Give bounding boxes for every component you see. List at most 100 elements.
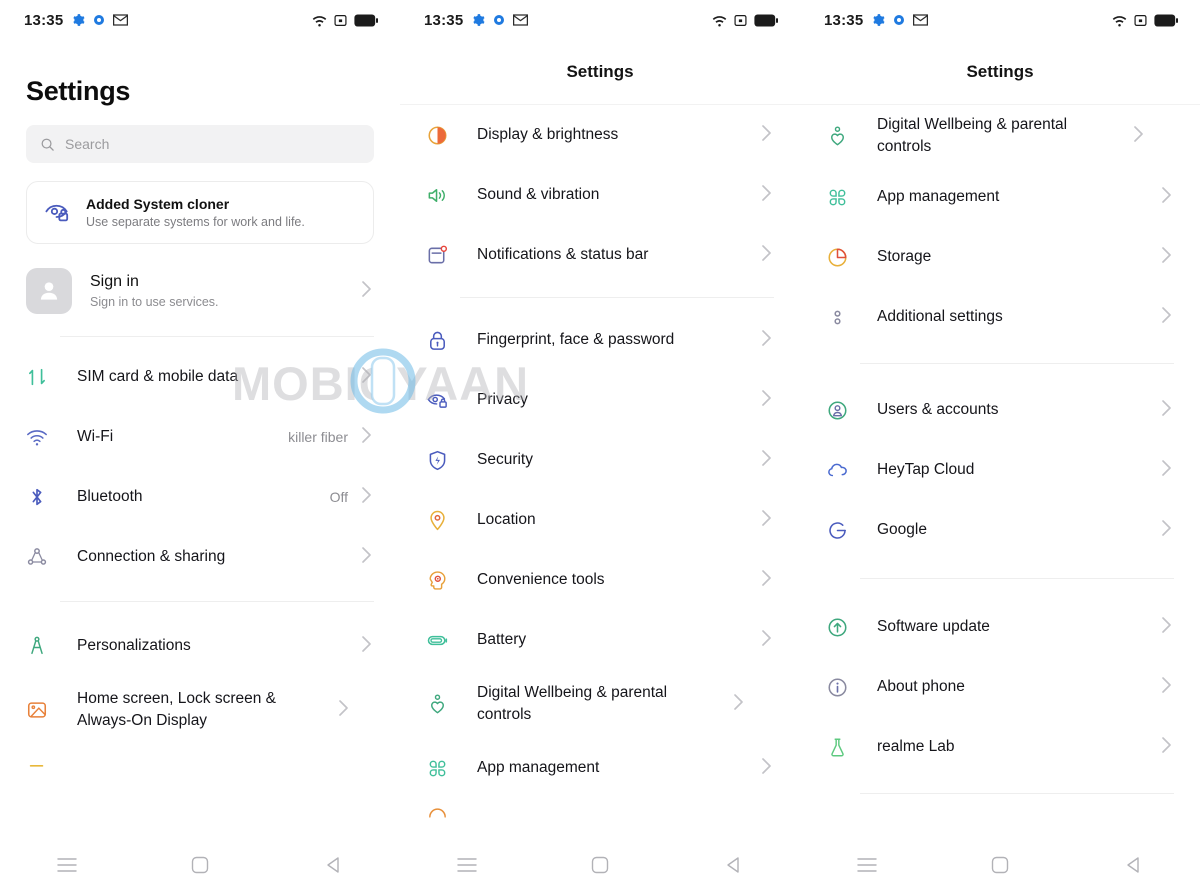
status-bar-left: 13:35 [24,11,129,29]
back-icon[interactable] [1103,841,1163,889]
list-item-storage[interactable]: Storage [800,227,1200,287]
menu-icon[interactable] [837,841,897,889]
status-bar-right [312,14,378,27]
list-item-users-accounts[interactable]: Users & accounts [800,380,1200,440]
gear-icon [871,13,885,27]
page-title: Settings [966,62,1034,81]
status-time: 13:35 [424,11,464,29]
three-panel-screenshot: 13:35 Settings Search Added System clone… [0,0,1200,889]
chevron-right-icon [360,425,374,450]
home-icon[interactable] [170,841,230,889]
status-bar: 13:35 [800,0,1200,40]
system-nav-bar [0,841,400,889]
list-item-label: Home screen, Lock screen & Always-On Dis… [77,689,277,729]
list-item-app-management[interactable]: App management [800,167,1200,227]
list-item-personalizations[interactable]: Personalizations [0,616,400,676]
list-item-additional-settings[interactable]: Additional settings [800,287,1200,347]
list-item-fingerprint-face-password[interactable]: Fingerprint, face & password [400,310,800,370]
chevron-right-icon [760,756,774,781]
system-cloner-text: Added System cloner Use separate systems… [86,196,305,229]
list-item-location[interactable]: Location [400,490,800,550]
list-item-label: Software update [877,617,990,635]
chevron-right-icon [1160,185,1174,210]
list-item-wifi[interactable]: Wi-Fi killer fiber [0,407,400,467]
chevron-right-icon [337,698,351,723]
status-time: 13:35 [24,11,64,29]
heytap-cloud-icon [826,459,860,482]
search-input[interactable]: Search [26,125,374,163]
home-icon[interactable] [570,841,630,889]
list-item-privacy[interactable]: Privacy [400,370,800,430]
list-item-value: Off [329,489,348,505]
list-item-sim-card[interactable]: SIM card & mobile data [0,347,400,407]
list-item-label: Storage [877,247,932,265]
storage-icon [826,246,860,269]
list-item-label: Google [877,520,927,538]
notifications-icon [426,244,460,267]
list-item-heytap-cloud[interactable]: HeyTap Cloud [800,440,1200,500]
menu-icon[interactable] [437,841,497,889]
list-item-software-update[interactable]: Software update [800,597,1200,657]
list-item-sound-vibration[interactable]: Sound & vibration [400,165,800,225]
panel3-list: Digital Wellbeing & parental controls Ap… [800,105,1200,794]
chevron-right-icon [760,388,774,413]
system-cloner-icon [43,199,70,226]
status-bar-left: 13:35 [424,11,529,29]
chevron-right-icon [760,328,774,353]
list-item-partial[interactable] [400,798,800,828]
software-update-icon [826,616,860,639]
list-item-digital-wellbeing[interactable]: Digital Wellbeing & parental controls [400,670,800,738]
divider [460,297,774,298]
chevron-right-icon [760,183,774,208]
chevron-right-icon [1160,245,1174,270]
list-item-label: Personalizations [77,636,191,654]
list-item-realme-lab[interactable]: realme Lab [800,717,1200,777]
list-item-display-brightness[interactable]: Display & brightness [400,105,800,165]
status-bar-right [1112,14,1178,27]
settings-panel-1: 13:35 Settings Search Added System clone… [0,0,400,889]
back-icon[interactable] [303,841,363,889]
digital-wellbeing-icon [826,125,860,148]
list-item-label: Wi-Fi [77,427,114,445]
connection-share-icon [26,546,60,568]
list-item-label: Battery [477,630,527,648]
list-item-security[interactable]: Security [400,430,800,490]
list-item-home-lock-screen[interactable]: Home screen, Lock screen & Always-On Dis… [0,676,400,744]
chevron-right-icon [1160,675,1174,700]
chevron-right-icon [760,448,774,473]
list-item-about-phone[interactable]: About phone [800,657,1200,717]
security-shield-icon [426,449,460,472]
list-item-app-management[interactable]: App management [400,738,800,798]
back-icon[interactable] [703,841,763,889]
menu-icon[interactable] [37,841,97,889]
list-item-battery[interactable]: Battery [400,610,800,670]
settings-panel-2: 13:35 Settings Display & brightness Soun… [400,0,800,889]
list-item-partial[interactable] [0,744,400,784]
cast-icon [334,14,347,27]
battery-icon [426,629,460,652]
system-cloner-card[interactable]: Added System cloner Use separate systems… [26,181,374,244]
panel2-list: Display & brightness Sound & vibration N… [400,105,800,828]
battery-icon [354,14,378,27]
list-item-digital-wellbeing[interactable]: Digital Wellbeing & parental controls [800,105,1200,167]
chevron-right-icon [360,485,374,510]
list-item-label: Digital Wellbeing & parental controls [477,683,668,723]
list-item-value: killer fiber [288,429,348,445]
list-item-label: Security [477,450,533,468]
sign-in-row[interactable]: Sign in Sign in to use services. [26,258,374,324]
list-item-connection-sharing[interactable]: Connection & sharing [0,527,400,587]
list-item-bluetooth[interactable]: Bluetooth Off [0,467,400,527]
realme-lab-icon [826,736,860,759]
page-title: Settings [26,76,131,106]
list-item-google[interactable]: Google [800,500,1200,560]
google-icon [826,519,860,542]
home-icon[interactable] [970,841,1030,889]
list-item-label: Additional settings [877,307,1003,325]
list-item-label: Location [477,510,536,528]
sign-in-title: Sign in [90,273,139,290]
list-item-convenience-tools[interactable]: Convenience tools [400,550,800,610]
users-accounts-icon [826,399,860,422]
list-item-notifications[interactable]: Notifications & status bar [400,225,800,285]
chevron-right-icon [760,508,774,533]
divider [860,578,1174,579]
